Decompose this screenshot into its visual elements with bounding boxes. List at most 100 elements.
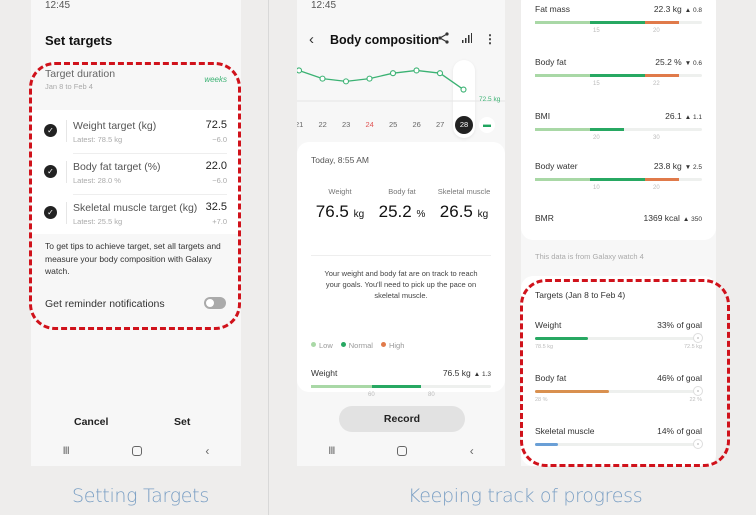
trend-day-label[interactable]: 22	[319, 120, 327, 129]
home-icon[interactable]	[397, 446, 408, 456]
metric-unit: kg	[353, 209, 365, 220]
back-nav-icon[interactable]: ‹	[205, 444, 209, 458]
trend-day-label[interactable]: 21	[297, 120, 303, 129]
check-icon[interactable]: ✓	[44, 206, 57, 219]
progress-fill	[535, 390, 610, 393]
target-value[interactable]: 22.0	[206, 160, 227, 172]
timestamp: Today, 8:55 AM	[311, 155, 369, 165]
target-label: Body fat	[535, 373, 567, 383]
metric-unit: kg	[477, 209, 489, 220]
record-button[interactable]: Record	[339, 406, 465, 432]
back-icon[interactable]: ‹	[309, 31, 314, 48]
trend-point	[389, 70, 397, 77]
back-nav-icon[interactable]: ‹	[470, 444, 474, 458]
target-duration-label: Target duration	[45, 68, 116, 80]
target-delta: +7.0	[212, 217, 227, 226]
target-row-body-fat[interactable]: ✓ Body fat target (%) Latest: 28.0 % 22.…	[31, 155, 241, 195]
target-row-weight[interactable]: ✓ Weight target (kg) Latest: 78.5 kg 72.…	[31, 114, 241, 154]
range-bar	[535, 21, 702, 24]
metric-value: 25.2 %	[369, 202, 435, 222]
recents-icon[interactable]: III	[63, 445, 70, 457]
goal-marker-icon	[693, 439, 703, 449]
metric-label: BMR	[535, 213, 554, 223]
tick-label: 80	[428, 392, 435, 398]
target-value[interactable]: 72.5	[206, 119, 227, 131]
chart-icon[interactable]	[461, 32, 472, 47]
target-progress-row[interactable]: Weight 33% of goal 78.5 kg 72.5 kg	[521, 320, 716, 370]
check-icon[interactable]: ✓	[44, 124, 57, 137]
caption-setting-targets: Setting Targets	[72, 485, 209, 507]
metric-number: 76.5	[315, 202, 349, 221]
weight-row-value: 76.5 kg ▲ 1.3	[442, 368, 491, 378]
tick-label: 20	[653, 28, 660, 34]
cancel-button[interactable]: Cancel	[74, 416, 108, 428]
metric-row[interactable]: BMI 26.1 ▲ 1.1 20 30	[521, 111, 716, 161]
target-label: Skeletal muscle	[535, 426, 595, 436]
reminder-label: Get reminder notifications	[45, 298, 165, 310]
metric-value: 22.3 kg ▲ 0.8	[653, 4, 702, 14]
body-composition-screen: 12:45 ‹ Body composition ⋮ 21 22 23 24 25 26 2…	[297, 0, 505, 466]
tick-label: 22	[653, 81, 660, 87]
status-time: 12:45	[45, 0, 71, 11]
check-icon[interactable]: ✓	[44, 165, 57, 178]
target-progress-row[interactable]: Skeletal muscle 14% of goal	[521, 426, 716, 466]
trend-target-label: 72.5 kg	[479, 96, 501, 103]
target-duration-value[interactable]: weeks	[204, 75, 227, 84]
tick-label: 10	[593, 185, 600, 191]
target-progress-text: 14% of goal	[657, 426, 702, 436]
trend-day-label[interactable]: 27	[436, 120, 444, 129]
metric-value: 26.5 kg	[431, 202, 497, 222]
target-progress-row[interactable]: Body fat 46% of goal 28 % 22 %	[521, 373, 716, 423]
row-separator	[73, 153, 227, 154]
metric-row[interactable]: Body water 23.8 kg ▼ 2.5 10 20	[521, 161, 716, 211]
recents-icon[interactable]: III	[328, 445, 335, 457]
goal-marker-icon	[693, 386, 703, 396]
share-icon[interactable]	[438, 32, 449, 47]
bar-high-segment	[645, 74, 679, 77]
toggle-knob	[205, 298, 215, 308]
page-title: Set targets	[45, 33, 113, 48]
trend-day-label[interactable]: 24	[366, 120, 374, 129]
trend-point	[297, 67, 303, 74]
summary-card	[297, 142, 505, 392]
reminder-toggle[interactable]	[204, 297, 226, 309]
home-icon[interactable]	[132, 446, 143, 456]
trend-day-label[interactable]: 26	[413, 120, 421, 129]
metric-value: 1369 kcal ▲ 350	[643, 213, 702, 223]
target-row-skeletal-muscle[interactable]: ✓ Skeletal muscle target (kg) Latest: 25…	[31, 196, 241, 236]
nav-bar: III ‹	[297, 444, 505, 458]
metric-unit: %	[416, 209, 426, 220]
divider	[66, 161, 67, 183]
bar-normal-segment	[372, 385, 421, 388]
bar-low-segment	[535, 21, 591, 24]
metric-change: ▼ 0.6	[684, 60, 702, 67]
trend-day-label[interactable]: 25	[389, 120, 397, 129]
weight-change: ▲ 1.3	[473, 371, 491, 378]
target-label: Weight	[535, 320, 562, 330]
target-delta: −6.0	[212, 135, 227, 144]
scale-icon[interactable]: ▬	[479, 117, 495, 133]
progress-fill	[535, 443, 558, 446]
bar-normal-segment	[590, 128, 624, 131]
range-legend: Low Normal High	[311, 341, 404, 350]
metric-row[interactable]: Fat mass 22.3 kg ▲ 0.8 15 20	[521, 4, 716, 54]
legend-high: High	[380, 341, 404, 350]
page-title: Body composition	[330, 33, 440, 47]
metric-skeletal-muscle[interactable]: Skeletal muscle 26.5 kg	[431, 187, 497, 222]
divider	[311, 255, 491, 256]
metric-weight[interactable]: Weight 76.5 kg	[307, 187, 373, 222]
trend-point	[366, 75, 373, 82]
metric-value: 23.8 kg ▼ 2.5	[653, 161, 702, 171]
metric-row[interactable]: Body fat 25.2 % ▼ 0.6 15 22	[521, 57, 716, 107]
target-value[interactable]: 32.5	[206, 201, 227, 213]
more-icon[interactable]: ⋮	[484, 32, 496, 46]
selected-day[interactable]: 28	[455, 116, 473, 134]
metric-label: Skeletal muscle	[437, 187, 491, 196]
weight-trend-chart[interactable]: 21 22 23 24 25 26 27	[297, 55, 505, 140]
set-button[interactable]: Set	[174, 416, 190, 428]
panel-divider	[268, 0, 269, 515]
bar-low-segment	[535, 178, 591, 181]
trend-day-label[interactable]: 23	[342, 120, 350, 129]
metric-body-fat[interactable]: Body fat 25.2 %	[369, 187, 435, 222]
target-latest: Latest: 25.5 kg	[73, 217, 123, 226]
